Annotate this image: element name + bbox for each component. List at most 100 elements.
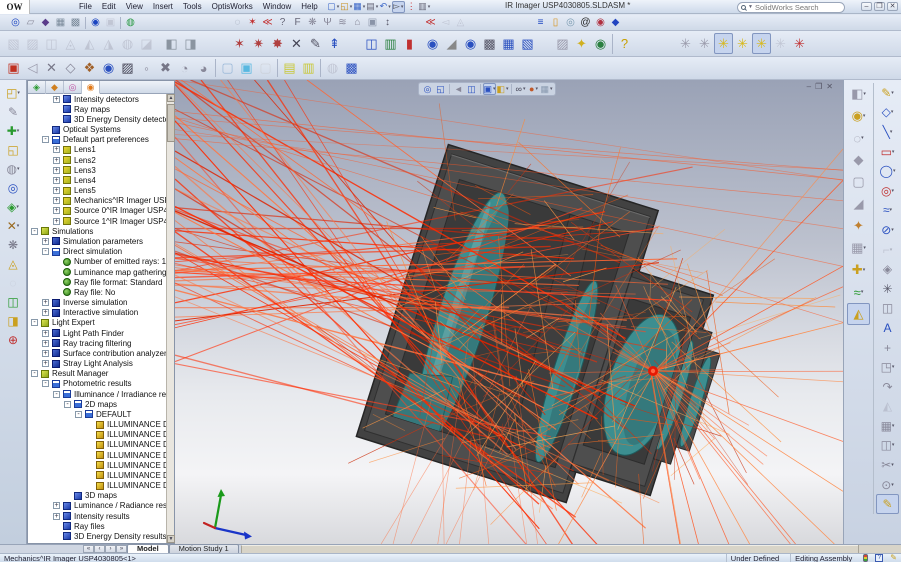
tree-item[interactable]: ILLUMINANCE DETEC	[28, 440, 166, 450]
tree-item[interactable]: +Simulation report files	[28, 542, 166, 543]
rebuild-traffic-light-icon[interactable]: ⋮	[405, 1, 418, 13]
dropdown-arrow-icon[interactable]: ▾	[892, 442, 895, 448]
construction-geometry-icon[interactable]: ⊙▾	[876, 475, 899, 495]
pattern-icon[interactable]: ▦▾	[847, 237, 870, 259]
dropdown-arrow-icon[interactable]: ▾	[863, 267, 866, 273]
security-lock-icon[interactable]: ◉	[593, 16, 608, 30]
dropdown-arrow-icon[interactable]: ▾	[17, 166, 20, 172]
dropdown-arrow-icon[interactable]: ▾	[401, 4, 404, 10]
tree-item[interactable]: Ray files	[28, 521, 166, 531]
speaker-left-icon[interactable]: ◁	[23, 58, 42, 79]
help-icon[interactable]: ?	[615, 33, 634, 54]
zoom-to-area-icon[interactable]: ◱	[434, 83, 447, 95]
hide-show-items-icon[interactable]: ∞▾	[514, 83, 527, 95]
expand-icon[interactable]: +	[42, 309, 49, 316]
point-icon[interactable]: ✳	[876, 279, 899, 299]
tree-item[interactable]: -Default part preferences	[28, 135, 166, 145]
swept-boss-icon[interactable]: ◌▾	[847, 127, 870, 149]
tree-item[interactable]: +Lens2	[28, 155, 166, 165]
tree-item[interactable]: Ray maps	[28, 104, 166, 114]
menu-tools[interactable]: Tools	[178, 0, 207, 13]
grid-red-dot-icon[interactable]: ▨	[553, 33, 572, 54]
tree-item[interactable]: -Light Expert	[28, 318, 166, 328]
collapse-icon[interactable]: -	[31, 370, 38, 377]
expand-icon[interactable]: +	[42, 350, 49, 357]
small-dot-icon[interactable]: ◦	[137, 58, 156, 79]
assembly-tools-icon[interactable]: ❋	[2, 235, 25, 254]
tree-item[interactable]: +Simulation parameters	[28, 236, 166, 246]
tree-item[interactable]: +Lens3	[28, 165, 166, 175]
dropdown-arrow-icon[interactable]: ▾	[893, 168, 896, 174]
offset-entities-icon[interactable]: ◳▾	[876, 357, 899, 377]
explode-line-sketch-icon[interactable]: ◨	[2, 311, 25, 330]
frame-target-icon[interactable]: ▣	[365, 16, 380, 30]
tree-item[interactable]: ILLUMINANCE DETEC	[28, 481, 166, 491]
tree-item[interactable]: 3D maps	[28, 491, 166, 501]
expand-icon[interactable]: +	[53, 177, 60, 184]
tree-item[interactable]: ILLUMINANCE DETEC	[28, 470, 166, 480]
label-map-icon[interactable]: ≋	[335, 16, 350, 30]
instant3d-icon[interactable]: ◭	[847, 303, 870, 325]
custom-properties-icon[interactable]: ✎	[890, 554, 897, 562]
smart-dimension-icon[interactable]: ◇▾	[876, 103, 899, 123]
perimeter-circle-icon[interactable]: ◎▾	[876, 181, 899, 201]
dropdown-arrow-icon[interactable]: ▾	[892, 364, 895, 370]
ray-bundle-icon[interactable]: ≪	[260, 16, 275, 30]
apply-scene-icon[interactable]: ▦▾	[540, 83, 553, 95]
sketch-icon[interactable]: ✎▾	[876, 83, 899, 103]
expand-icon[interactable]: +	[42, 360, 49, 367]
dropdown-arrow-icon[interactable]: ▾	[891, 90, 894, 96]
insert-components-icon[interactable]: ◰▾	[2, 83, 25, 102]
chart-panel-icon[interactable]: ▥	[381, 33, 400, 54]
new-document-icon[interactable]: ▢▾	[327, 1, 340, 13]
menu-optisworks[interactable]: OptisWorks	[207, 0, 258, 13]
save-document-icon[interactable]: ▦▾	[353, 1, 366, 13]
collapse-icon[interactable]: -	[53, 391, 60, 398]
tree-item[interactable]: +Intensity detectors	[28, 94, 166, 104]
horizontal-scroll-area[interactable]	[241, 545, 858, 553]
zoom-to-fit-icon[interactable]: ◎	[421, 83, 434, 95]
dropdown-arrow-icon[interactable]: ▾	[891, 462, 894, 468]
menu-file[interactable]: File	[74, 0, 97, 13]
tab-nav-0[interactable]: «	[83, 545, 94, 553]
dropdown-arrow-icon[interactable]: ▾	[891, 109, 894, 115]
simulate-rays-icon[interactable]: ≪	[423, 16, 438, 30]
dropdown-arrow-icon[interactable]: ▾	[890, 247, 893, 253]
tree-item[interactable]: ILLUMINANCE DETEC	[28, 460, 166, 470]
expand-icon[interactable]: +	[53, 513, 60, 520]
tree-item[interactable]: -Direct simulation	[28, 247, 166, 257]
convert-entities-icon[interactable]: ↷	[876, 377, 899, 397]
tree-item[interactable]: -Result Manager	[28, 369, 166, 379]
tree-item[interactable]: Ray file: No	[28, 287, 166, 297]
collapse-icon[interactable]: -	[64, 401, 71, 408]
spline-icon[interactable]: ≈▾	[876, 201, 899, 221]
menu-help[interactable]: Help	[296, 0, 322, 13]
expand-icon[interactable]: +	[53, 502, 60, 509]
menu-window[interactable]: Window	[258, 0, 296, 13]
interference-detection-icon[interactable]: ⊕	[2, 330, 25, 349]
tree-item[interactable]: +Lens4	[28, 175, 166, 185]
tree-item[interactable]: Ray file format: Standard	[28, 277, 166, 287]
dropdown-arrow-icon[interactable]: ▾	[506, 86, 509, 92]
expand-icon[interactable]: +	[53, 167, 60, 174]
dropdown-arrow-icon[interactable]: ▾	[17, 90, 20, 96]
light-star-icon[interactable]: ✦	[572, 33, 591, 54]
collapse-icon[interactable]: -	[31, 228, 38, 235]
map-dark-icon[interactable]: ▩	[480, 33, 499, 54]
light-on-pressed-icon[interactable]: ✳	[714, 33, 733, 54]
mirror-entities-icon[interactable]: ◫	[876, 299, 899, 319]
optis-grid-icon[interactable]: ▩	[68, 16, 83, 30]
dropdown-arrow-icon[interactable]: ▾	[16, 204, 19, 210]
dropdown-arrow-icon[interactable]: ▾	[861, 135, 864, 141]
tree-item[interactable]: +Intensity results	[28, 511, 166, 521]
updown-icon[interactable]: ↕	[380, 16, 395, 30]
view-orientation-icon[interactable]: ▣▾	[483, 83, 496, 95]
gears-icon[interactable]: ❋	[305, 16, 320, 30]
light-on-icon[interactable]: ✳	[733, 33, 752, 54]
dropdown-arrow-icon[interactable]: ▾	[376, 4, 379, 10]
xmp-viewer-icon[interactable]: ◉	[423, 33, 442, 54]
expand-icon[interactable]: +	[42, 299, 49, 306]
select-tool-icon[interactable]: ▻▾	[392, 1, 405, 13]
xmp-map-tool-icon[interactable]: ◉	[99, 58, 118, 79]
lofted-boss-icon[interactable]: ◆	[847, 149, 870, 171]
